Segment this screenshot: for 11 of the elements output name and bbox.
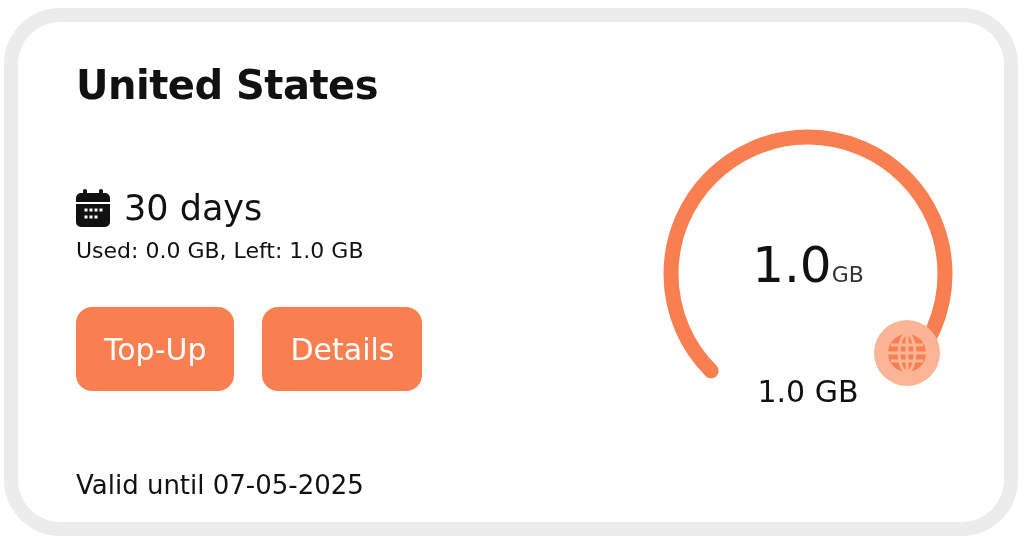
- data-unit: GB: [831, 262, 864, 287]
- validity-text: Valid until 07-05-2025: [76, 470, 365, 500]
- data-amount: 1.0: [752, 236, 832, 294]
- duration-text: 30 days: [124, 188, 263, 228]
- globe-icon: [873, 319, 941, 387]
- plan-title: United States: [76, 62, 379, 108]
- details-button[interactable]: Details: [262, 307, 423, 391]
- calendar-icon: [76, 189, 110, 227]
- top-up-button[interactable]: Top-Up: [76, 307, 235, 391]
- usage-text: Used: 0.0 GB, Left: 1.0 GB: [76, 238, 365, 263]
- total-data-text: 1.0 GB: [756, 374, 860, 409]
